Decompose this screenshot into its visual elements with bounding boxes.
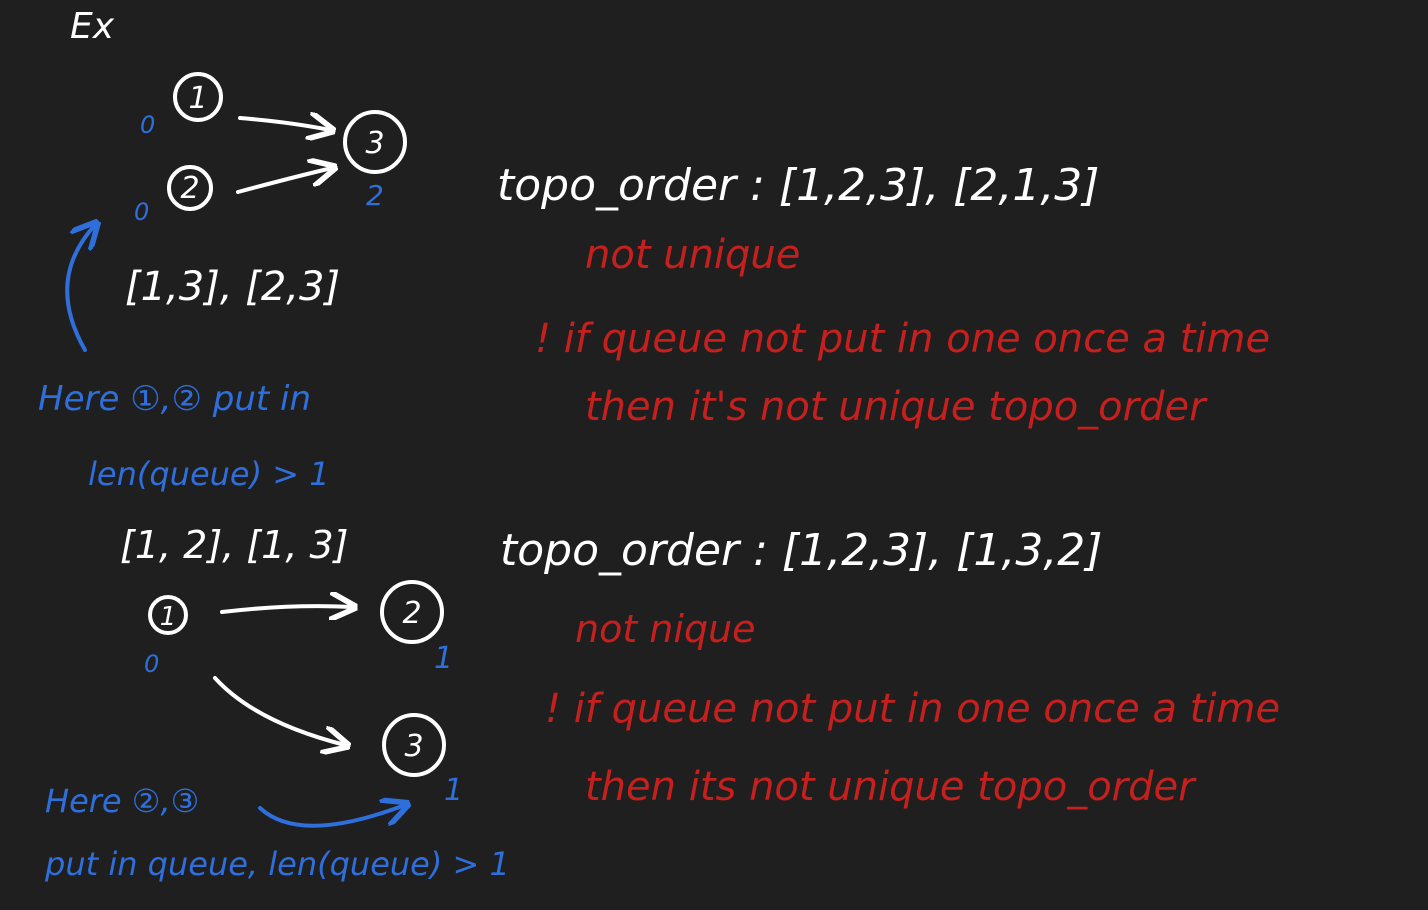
ex2-blue-curve-arrow	[258, 805, 405, 828]
ex2-indegree-node-2: 1	[434, 641, 453, 676]
ex1-edge-2-to-3	[236, 168, 332, 194]
heading-ex: Ex	[70, 6, 115, 47]
ex1-node-1-label: 1	[188, 81, 207, 116]
ex2-rule-line2: then its not unique topo_order	[585, 764, 1197, 810]
ex1-node-3-label: 3	[365, 126, 384, 161]
ex2-node-3-label: 3	[404, 729, 423, 764]
whiteboard-canvas: Ex 1 2 3 0 0 2 [1,3], [2,3] Here ①,② put…	[0, 0, 1428, 910]
ex2-indegree-node-3: 1	[444, 773, 463, 808]
example2-graph: 1 2 3 0 1 1	[144, 580, 463, 808]
ex2-node-2-label: 2	[402, 596, 421, 631]
ex1-verdict: not unique	[585, 232, 800, 278]
ex1-edge-lists: [1,3], [2,3]	[125, 264, 340, 310]
ex1-indegree-node-3: 2	[366, 179, 384, 212]
ex1-indegree-node-1: 0	[140, 111, 155, 139]
ex2-node-1-label: 1	[160, 602, 177, 632]
ex2-topo-order: topo_order : [1,2,3], [1,3,2]	[500, 525, 1102, 576]
ex2-edge-1-to-2	[220, 606, 352, 612]
ex1-rule-line1: ! if queue not put in one once a time	[535, 316, 1270, 362]
example1-graph: 1 2 3 0 0 2	[134, 72, 407, 226]
ex2-edge-lists: [1, 2], [1, 3]	[120, 523, 348, 567]
ex2-rule-line1: ! if queue not put in one once a time	[545, 686, 1280, 732]
notes-drawing: Ex 1 2 3 0 0 2 [1,3], [2,3] Here ①,② put…	[38, 6, 1280, 883]
ex2-blue-note-line1: Here ②,③	[45, 782, 199, 820]
ex1-node-2-label: 2	[180, 171, 199, 206]
ex2-edge-1-to-3	[213, 676, 345, 745]
ex1-topo-order: topo_order : [1,2,3], [2,1,3]	[497, 160, 1099, 211]
ex1-blue-note-line2: len(queue) > 1	[88, 455, 330, 493]
ex1-edge-1-to-3	[238, 118, 330, 130]
ex1-blue-note-line1: Here ①,② put in	[38, 379, 311, 419]
ex1-blue-curve-arrow	[65, 225, 95, 352]
ex2-indegree-node-1: 0	[144, 650, 159, 678]
ex1-rule-line2: then it's not unique topo_order	[585, 384, 1208, 430]
ex1-indegree-node-2: 0	[134, 198, 149, 226]
ex2-blue-note-line2: put in queue, len(queue) > 1	[44, 845, 510, 883]
ex2-verdict: not nique	[575, 607, 756, 651]
